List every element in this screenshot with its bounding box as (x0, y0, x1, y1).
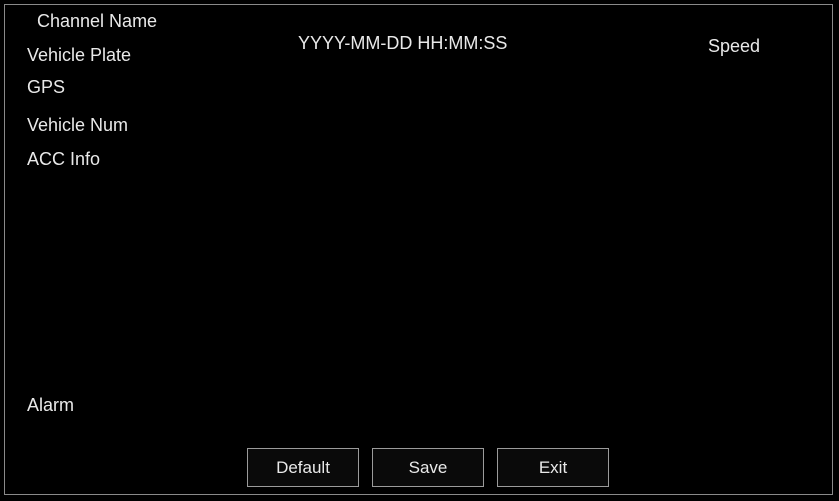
exit-button[interactable]: Exit (497, 448, 609, 487)
osd-channel-name[interactable]: Channel Name (37, 10, 157, 32)
default-button[interactable]: Default (247, 448, 359, 487)
osd-speed[interactable]: Speed (708, 35, 760, 57)
osd-preview-panel (4, 4, 833, 495)
osd-acc-info[interactable]: ACC Info (27, 148, 100, 170)
osd-gps[interactable]: GPS (27, 76, 65, 98)
osd-alarm[interactable]: Alarm (27, 394, 74, 416)
osd-vehicle-num[interactable]: Vehicle Num (27, 114, 128, 136)
osd-datetime[interactable]: YYYY-MM-DD HH:MM:SS (298, 32, 507, 54)
save-button[interactable]: Save (372, 448, 484, 487)
osd-vehicle-plate[interactable]: Vehicle Plate (27, 44, 131, 66)
